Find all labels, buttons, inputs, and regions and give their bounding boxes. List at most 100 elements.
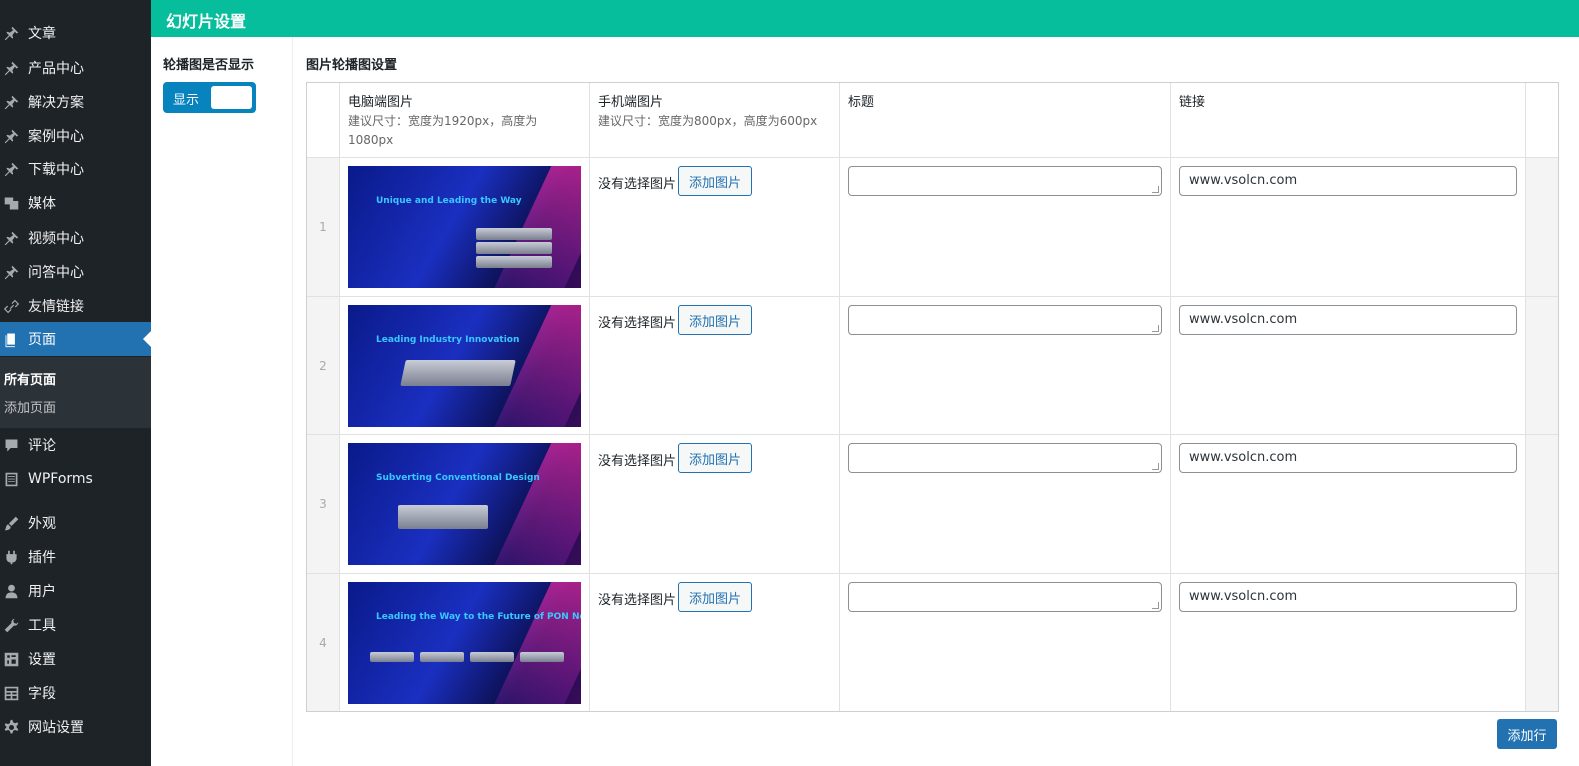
link-input[interactable]: www.vsolcn.com	[1179, 443, 1517, 473]
page-icon	[2, 330, 20, 348]
link-input[interactable]: www.vsolcn.com	[1179, 305, 1517, 335]
menu-item-solutions[interactable]: 解决方案	[0, 85, 151, 119]
menu-item-settings[interactable]: 设置	[0, 642, 151, 676]
add-row-button[interactable]: 添加行	[1497, 719, 1557, 749]
submenu-all-pages[interactable]: 所有页面	[4, 369, 56, 388]
row-order-handle[interactable]: 1	[307, 158, 340, 296]
menu-item-videos[interactable]: 视频中心	[0, 221, 151, 255]
link-input[interactable]: www.vsolcn.com	[1179, 166, 1517, 196]
header-link: 链接	[1171, 83, 1526, 157]
pages-submenu: 所有页面 添加页面	[0, 357, 151, 428]
menu-item-pages[interactable]: 页面	[0, 322, 151, 356]
add-image-button[interactable]: 添加图片	[678, 443, 752, 473]
repeater-label: 图片轮播图设置	[306, 58, 398, 73]
toggle-state-text: 显示	[173, 93, 200, 108]
row-order-handle[interactable]: 3	[307, 435, 340, 573]
desktop-image-cell: Leading Industry Innovation	[340, 297, 590, 434]
title-cell	[840, 297, 1171, 434]
banner-thumbnail[interactable]: Subverting Conventional Design	[348, 443, 581, 565]
no-image-text: 没有选择图片	[598, 177, 677, 192]
row-remove-column[interactable]	[1525, 574, 1558, 711]
link-input[interactable]: www.vsolcn.com	[1179, 582, 1517, 612]
toggle-knob	[211, 86, 252, 109]
page-title: 幻灯片设置	[166, 12, 247, 31]
fields-icon	[2, 684, 20, 702]
row-order-handle[interactable]: 2	[307, 297, 340, 434]
menu-item-media[interactable]: 媒体	[0, 186, 151, 220]
row-remove-column[interactable]	[1525, 435, 1558, 573]
menu-item-downloads[interactable]: 下载中心	[0, 152, 151, 186]
add-image-button[interactable]: 添加图片	[678, 582, 752, 612]
menu-item-tools[interactable]: 工具	[0, 608, 151, 642]
title-textarea[interactable]	[848, 166, 1162, 196]
no-image-text: 没有选择图片	[598, 316, 677, 331]
menu-item-fields[interactable]: 字段	[0, 676, 151, 710]
mobile-image-cell: 没有选择图片 添加图片	[590, 435, 840, 573]
menu-item-products[interactable]: 产品中心	[0, 51, 151, 85]
menu-item-users[interactable]: 用户	[0, 574, 151, 608]
menu-item-plugins[interactable]: 插件	[0, 540, 151, 574]
banner-headline: Leading Industry Innovation	[376, 335, 520, 345]
title-textarea[interactable]	[848, 443, 1162, 473]
plugin-icon	[2, 548, 20, 566]
title-cell	[840, 435, 1171, 573]
menu-item-posts[interactable]: 文章	[0, 16, 151, 50]
pin-icon	[2, 229, 20, 247]
slider-visibility-toggle[interactable]: 显示	[163, 82, 256, 113]
slides-repeater-table: 电脑端图片 建议尺寸：宽度为1920px，高度为1080px 手机端图片 建议尺…	[306, 82, 1559, 712]
banner-thumbnail[interactable]: Unique and Leading the Way	[348, 166, 581, 288]
title-cell	[840, 158, 1171, 296]
header-title: 标题	[840, 83, 1171, 157]
header-desktop-image: 电脑端图片 建议尺寸：宽度为1920px，高度为1080px	[340, 83, 590, 157]
pin-icon	[2, 263, 20, 281]
desktop-image-cell: Subverting Conventional Design	[340, 435, 590, 573]
banner-thumbnail[interactable]: Leading the Way to the Future of PON Net…	[348, 582, 581, 704]
pin-icon	[2, 59, 20, 77]
menu-item-links[interactable]: 友情链接	[0, 289, 151, 323]
add-image-button[interactable]: 添加图片	[678, 305, 752, 335]
menu-item-site-settings[interactable]: 网站设置	[0, 710, 151, 744]
comment-icon	[2, 436, 20, 454]
user-icon	[2, 582, 20, 600]
add-image-button[interactable]: 添加图片	[678, 166, 752, 196]
pin-icon	[2, 24, 20, 42]
slider-toggle-label: 轮播图是否显示	[163, 58, 255, 73]
title-textarea[interactable]	[848, 582, 1162, 612]
row-remove-column[interactable]	[1525, 158, 1558, 296]
menu-item-wpforms[interactable]: WPForms	[0, 462, 151, 496]
wrench-icon	[2, 616, 20, 634]
link-icon	[2, 297, 20, 315]
brush-icon	[2, 514, 20, 532]
submenu-add-page[interactable]: 添加页面	[4, 397, 56, 416]
desktop-image-cell: Unique and Leading the Way	[340, 158, 590, 296]
menu-item-cases[interactable]: 案例中心	[0, 119, 151, 153]
menu-item-appearance[interactable]: 外观	[0, 506, 151, 540]
no-image-text: 没有选择图片	[598, 593, 677, 608]
pin-icon	[2, 127, 20, 145]
mobile-image-cell: 没有选择图片 添加图片	[590, 158, 840, 296]
gear-icon	[2, 718, 20, 736]
mobile-image-cell: 没有选择图片 添加图片	[590, 574, 840, 711]
row-remove-column[interactable]	[1525, 297, 1558, 434]
banner-headline: Subverting Conventional Design	[376, 473, 540, 483]
link-cell: www.vsolcn.com	[1171, 574, 1526, 711]
table-row: 2 Leading Industry Innovation 没有选择图片 添加图…	[307, 296, 1558, 434]
settings-icon	[2, 650, 20, 668]
pin-icon	[2, 93, 20, 111]
mobile-image-cell: 没有选择图片 添加图片	[590, 297, 840, 434]
header-order-cell	[307, 83, 340, 157]
banner-thumbnail[interactable]: Leading Industry Innovation	[348, 305, 581, 427]
media-icon	[2, 194, 20, 212]
header-mobile-image: 手机端图片 建议尺寸：宽度为800px，高度为600px	[590, 83, 840, 157]
row-order-handle[interactable]: 4	[307, 574, 340, 711]
desktop-image-cell: Leading the Way to the Future of PON Net…	[340, 574, 590, 711]
table-row: 1 Unique and Leading the Way 没有选择图片 添加图片…	[307, 157, 1558, 296]
admin-sidebar: 文章 产品中心 解决方案 案例中心 下载中心 媒体 视频中心 问答中心 友情链接…	[0, 0, 151, 766]
title-textarea[interactable]	[848, 305, 1162, 335]
menu-item-faq[interactable]: 问答中心	[0, 255, 151, 289]
forms-icon	[2, 470, 20, 488]
table-row: 3 Subverting Conventional Design 没有选择图片 …	[307, 434, 1558, 573]
toggle-column: 轮播图是否显示 显示	[151, 37, 293, 766]
pin-icon	[2, 160, 20, 178]
menu-item-comments[interactable]: 评论	[0, 428, 151, 462]
